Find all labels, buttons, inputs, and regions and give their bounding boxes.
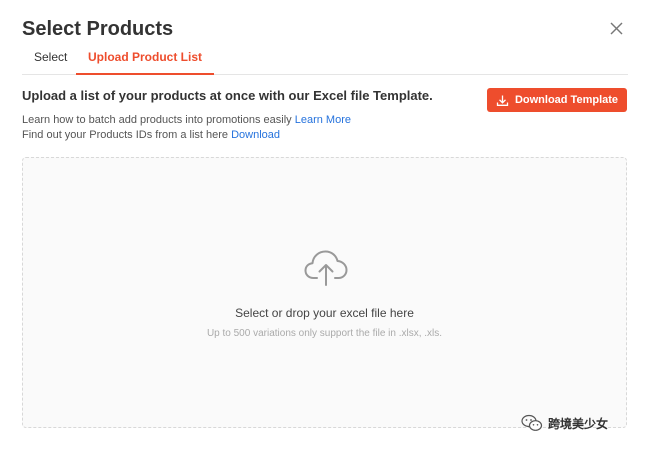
file-dropzone[interactable]: Select or drop your excel file here Up t… [22, 157, 627, 428]
close-icon[interactable] [606, 18, 628, 40]
dropzone-sub-text: Up to 500 variations only support the fi… [206, 328, 443, 339]
wechat-icon [521, 414, 543, 432]
select-products-dialog: Select Products Select Upload Product Li… [0, 0, 650, 453]
ids-line: Find out your Products IDs from a list h… [22, 129, 280, 141]
dialog-title: Select Products [22, 18, 174, 40]
download-template-label: Download Template [514, 94, 619, 106]
download-icon [496, 94, 509, 107]
learn-more-link[interactable]: Learn More [295, 114, 351, 126]
tab-upload-product-list[interactable]: Upload Product List [76, 44, 214, 75]
learn-text: Learn how to batch add products into pro… [22, 114, 292, 126]
watermark-text: 跨境美少女 [548, 416, 609, 431]
dropzone-main-text: Select or drop your excel file here [235, 306, 414, 320]
tab-select[interactable]: Select [22, 44, 79, 75]
tab-bar: Select Upload Product List [22, 44, 628, 75]
download-ids-link[interactable]: Download [231, 129, 280, 141]
download-template-button[interactable]: Download Template [487, 88, 627, 112]
upload-heading: Upload a list of your products at once w… [22, 88, 433, 103]
learn-line: Learn how to batch add products into pro… [22, 114, 351, 126]
watermark: 跨境美少女 [521, 414, 608, 432]
ids-text: Find out your Products IDs from a list h… [22, 129, 229, 141]
cloud-upload-icon [303, 244, 349, 290]
